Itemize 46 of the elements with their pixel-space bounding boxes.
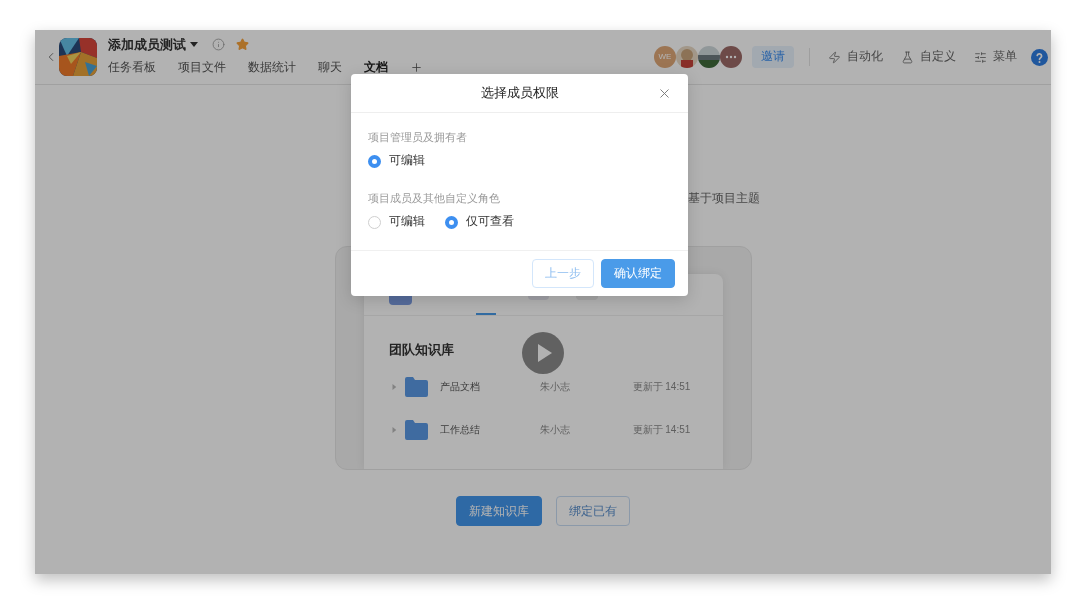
toolbar-button[interactable]: 自定义 [901, 48, 956, 66]
folder-name: 产品文档 [439, 380, 481, 395]
updated-time: 更新于 14:51 [632, 380, 691, 395]
folder-icon [404, 376, 428, 397]
more-icon[interactable] [720, 46, 742, 68]
hint-text: 基于项目主题 [687, 191, 760, 206]
nav-tab[interactable]: 数据统计 [248, 59, 296, 77]
radio-button[interactable] [368, 154, 381, 168]
dialog-button[interactable]: 确认绑定 [601, 259, 675, 288]
flask-icon [901, 50, 914, 64]
folder-name: 工作总结 [439, 423, 481, 438]
toolbar-button[interactable]: 菜单 [974, 48, 1017, 66]
help-icon[interactable] [1031, 48, 1048, 66]
invite-button[interactable]: 邀请 [752, 46, 794, 68]
radio-button[interactable] [445, 215, 458, 229]
expand-icon [390, 383, 397, 390]
toolbar-button[interactable]: 自动化 [828, 48, 883, 66]
dialog-title: 选择成员权限 [480, 84, 559, 103]
nav-tab[interactable]: 文档 [364, 59, 388, 77]
tab-indicator [475, 312, 496, 315]
project-title: 添加成员测试 [108, 35, 186, 54]
group-label: 项目管理员及拥有者 [368, 130, 468, 145]
radio-label: 可编辑 [389, 153, 425, 169]
radio-label: 可编辑 [389, 214, 425, 230]
action-button[interactable]: 新建知识库 [456, 496, 542, 527]
radio-label: 仅可查看 [466, 214, 514, 230]
add-tab-icon[interactable] [410, 61, 423, 75]
expand-icon [390, 426, 397, 433]
owner-name: 朱小志 [539, 423, 571, 438]
close-icon[interactable] [657, 86, 672, 101]
owner-name: 朱小志 [539, 380, 571, 395]
caret-icon [190, 40, 198, 49]
folder-icon [404, 419, 428, 440]
library-title: 团队知识库 [388, 341, 455, 360]
sliders-icon [974, 50, 987, 64]
nav-tab[interactable]: 聊天 [318, 59, 342, 77]
nav-tab[interactable]: 项目文件 [178, 59, 226, 77]
star-icon[interactable] [236, 37, 249, 51]
nav-tab[interactable]: 任务看板 [108, 59, 156, 77]
updated-time: 更新于 14:51 [632, 423, 691, 438]
action-button[interactable]: 绑定已有 [556, 496, 630, 527]
info-icon[interactable] [212, 37, 225, 51]
play-icon[interactable] [521, 332, 564, 375]
radio-button[interactable] [368, 215, 381, 229]
group-label: 项目成员及其他自定义角色 [368, 191, 501, 206]
lightning-icon [828, 50, 841, 64]
